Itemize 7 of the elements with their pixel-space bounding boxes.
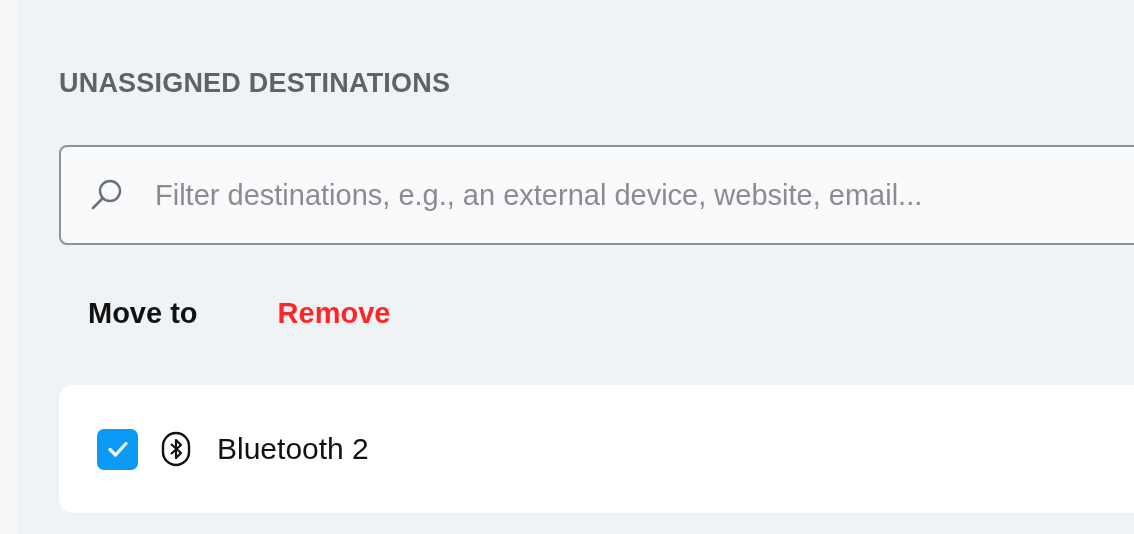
search-field[interactable]: Filter destinations, e.g., an external device, website, email... [155,178,1134,212]
checkbox[interactable] [97,428,138,470]
destination-name: Bluetooth 2 [217,432,369,466]
search-bar[interactable]: Filter destinations, e.g., an external device, website, email... [59,145,1134,245]
section-title: UNASSIGNED DESTINATIONS [59,67,452,100]
bluetooth-icon [161,431,191,467]
move-button[interactable]: Move to [88,293,198,333]
